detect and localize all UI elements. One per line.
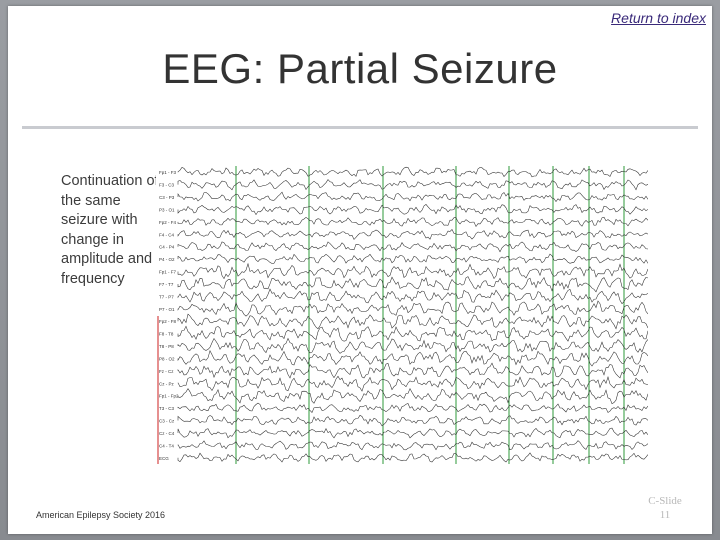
eeg-channel-label: Fp1 - F7 — [159, 270, 177, 275]
eeg-channel-trace — [177, 337, 648, 354]
eeg-channel-trace — [177, 325, 648, 342]
slide-number-value: 11 — [659, 509, 671, 521]
eeg-channel-label: Fp1 - F3 — [159, 170, 177, 175]
eeg-channel-trace — [177, 362, 648, 379]
return-to-index-link[interactable]: Return to index — [611, 10, 706, 26]
eeg-channel-label: Fp2 - F4 — [159, 220, 177, 225]
eeg-channel-label: P8 - O2 — [159, 356, 175, 361]
slide-title: EEG: Partial Seizure — [162, 45, 558, 92]
eeg-channel-trace — [177, 440, 648, 451]
eeg-channel-label: C4 - T4 — [159, 443, 174, 448]
eeg-channel-label: T8 - P8 — [159, 344, 174, 349]
eeg-channel-trace — [177, 241, 648, 253]
eeg-channel-trace — [177, 300, 648, 317]
eeg-channel-label: F7 - T7 — [159, 282, 174, 287]
eeg-channel-trace — [177, 216, 648, 228]
eeg-channel-trace — [177, 402, 648, 413]
eeg-channel-trace — [177, 179, 648, 191]
caption-text: Continuation of the same seizure with ch… — [61, 173, 159, 287]
eeg-channel-label: Cz - Pz — [159, 381, 175, 386]
eeg-channel-trace — [177, 387, 648, 405]
eeg-channel-trace — [177, 427, 648, 439]
eeg-channel-label: Fp2 - F8 — [159, 319, 177, 324]
eeg-channel-label: Fp1 - Fp2 — [159, 394, 179, 399]
eeg-channel-trace — [177, 166, 648, 178]
slide-number: C-Slide 11 — [636, 494, 694, 522]
eeg-channel-trace — [177, 253, 648, 264]
eeg-channel-trace — [177, 349, 648, 367]
eeg-channel-label: F4 - C4 — [159, 232, 175, 237]
title-divider — [22, 126, 698, 129]
eeg-channel-label: P4 - O2 — [159, 257, 175, 262]
eeg-channel-trace — [177, 288, 648, 305]
slide-label: C-Slide — [648, 495, 682, 507]
eeg-channel-trace — [177, 313, 648, 330]
eeg-channel-trace — [177, 262, 648, 280]
eeg-channel-label: C3 - Cz — [159, 419, 175, 424]
eeg-channel-trace — [177, 452, 648, 463]
eeg-channel-label: ECG — [159, 456, 169, 461]
footer-credit: American Epilepsy Society 2016 — [36, 510, 166, 520]
eeg-channel-label: T7 - P7 — [159, 294, 174, 299]
eeg-channel-trace — [177, 204, 648, 216]
eeg-channel-trace — [177, 191, 648, 202]
eeg-channel-label: T3 - C3 — [159, 406, 175, 411]
eeg-tracing-image: Fp1 - F3 F3 - C3 C3 - P3 P3 - O1 Fp2 - F4 F4 … — [156, 166, 648, 464]
eeg-channel-label: C3 - P3 — [159, 195, 175, 200]
eeg-channel-label: F3 - C3 — [159, 183, 175, 188]
eeg-channel-trace — [177, 229, 648, 240]
eeg-channel-trace — [177, 276, 648, 293]
eeg-channel-label: C4 - P4 — [159, 245, 175, 250]
eeg-channel-trace — [177, 375, 648, 392]
slide: Return to index EEG: Partial Seizure Con… — [0, 0, 720, 540]
eeg-channel-label: P7 - O1 — [159, 307, 175, 312]
eeg-channel-label: F8 - T8 — [159, 332, 174, 337]
eeg-channel-label: Fz - Cz — [159, 369, 174, 374]
eeg-channel-label: Cz - C4 — [159, 431, 175, 436]
eeg-channel-trace — [177, 414, 648, 427]
eeg-channel-label: P3 - O1 — [159, 207, 175, 212]
